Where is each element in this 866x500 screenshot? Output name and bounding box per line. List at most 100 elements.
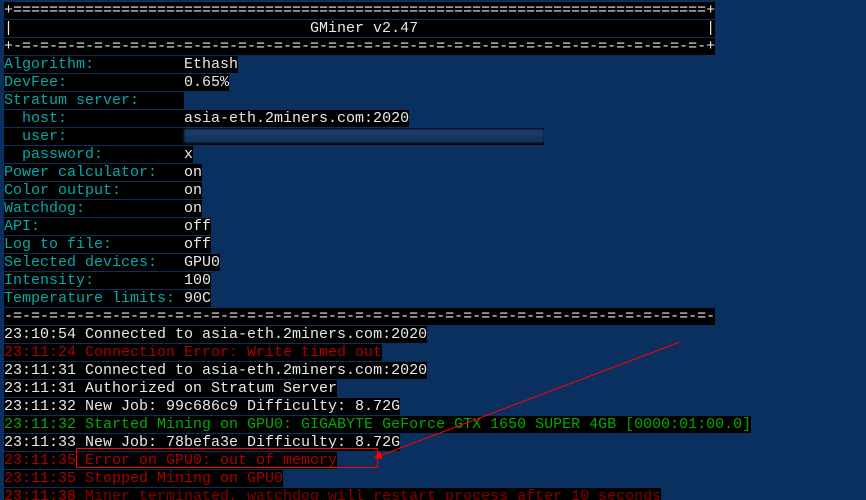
log-message: Authorized on Stratum Server [85,380,337,397]
log-message: Connected to asia-eth.2miners.com:2020 [85,326,427,343]
config-row: Log to file: off [4,236,862,254]
separator: -=-=-=-=-=-=-=-=-=-=-=-=-=-=-=-=-=-=-=-=… [4,308,862,326]
config-row: Power calculator: on [4,164,862,182]
config-row: DevFee: 0.65% [4,74,862,92]
log-timestamp: 23:11:38 [4,488,85,500]
log-message: New Job: 78befa3e Difficulty: 8.72G [85,434,400,451]
config-label: user: [4,128,184,145]
header-border-top-text: +=======================================… [4,2,715,19]
config-row: Algorithm: Ethash [4,56,862,74]
config-label: Power calculator: [4,164,184,181]
log-line-strip: 23:11:33 New Job: 78befa3e Difficulty: 8… [4,434,400,451]
terminal-output: +=======================================… [0,0,866,500]
config-row-strip: DevFee: 0.65% [4,74,229,91]
log-message: Error on GPU0: out of memory [85,452,337,469]
log-timestamp: 23:11:35 [4,470,85,487]
config-label: Watchdog: [4,200,184,217]
config-value: Ethash [184,56,238,73]
config-label: Stratum server: [4,92,184,109]
config-row: Intensity: 100 [4,272,862,290]
log-line-strip: 23:11:32 Started Mining on GPU0: GIGABYT… [4,416,751,433]
log-line-strip: 23:11:35 Error on GPU0: out of memory [4,452,337,469]
config-row-strip: Power calculator: on [4,164,202,181]
log-line: 23:11:32 Started Mining on GPU0: GIGABYT… [4,416,862,434]
config-label: Intensity: [4,272,184,289]
config-value: 0.65% [184,74,229,91]
separator-text: -=-=-=-=-=-=-=-=-=-=-=-=-=-=-=-=-=-=-=-=… [4,308,715,325]
config-value: off [184,218,211,235]
config-row-strip: Watchdog: on [4,200,202,217]
config-section: Algorithm: EthashDevFee: 0.65%Stratum se… [4,56,862,308]
log-line: 23:10:54 Connected to asia-eth.2miners.c… [4,326,862,344]
log-line-strip: 23:11:31 Connected to asia-eth.2miners.c… [4,362,427,379]
header-border-bottom: +-=-=-=-=-=-=-=-=-=-=-=-=-=-=-=-=-=-=-=-… [4,38,862,56]
config-value: GPU0 [184,254,220,271]
config-value: on [184,164,202,181]
config-value: off [184,236,211,253]
config-row: Selected devices: GPU0 [4,254,862,272]
config-row: host: asia-eth.2miners.com:2020 [4,110,862,128]
config-label: host: [4,110,184,127]
log-message: New Job: 99c686c9 Difficulty: 8.72G [85,398,400,415]
config-label: DevFee: [4,74,184,91]
config-row-strip: Intensity: 100 [4,272,211,289]
log-timestamp: 23:11:32 [4,416,85,433]
config-row-strip: password: x [4,146,193,163]
config-label: Log to file: [4,236,184,253]
log-line: 23:11:32 New Job: 99c686c9 Difficulty: 8… [4,398,862,416]
log-timestamp: 23:11:35 [4,452,85,469]
config-row-strip: Selected devices: GPU0 [4,254,220,271]
log-line-strip: 23:11:24 Connection Error: Write timed o… [4,344,382,361]
config-row: Color output: on [4,182,862,200]
config-row-strip: API: off [4,218,211,235]
config-label: Algorithm: [4,56,184,73]
log-line-strip: 23:11:31 Authorized on Stratum Server [4,380,337,397]
config-row-strip: user: [4,128,544,145]
log-line: 23:11:38 Miner terminated, watchdog will… [4,488,862,500]
log-timestamp: 23:11:31 [4,380,85,397]
config-value: on [184,182,202,199]
config-row: Stratum server: [4,92,862,110]
config-label: Color output: [4,182,184,199]
log-message: Connected to asia-eth.2miners.com:2020 [85,362,427,379]
log-timestamp: 23:11:33 [4,434,85,451]
header-border-top: +=======================================… [4,2,862,20]
config-value: on [184,200,202,217]
config-row: user: [4,128,862,146]
log-timestamp: 23:11:31 [4,362,85,379]
log-line: 23:11:35 Stopped Mining on GPU0 [4,470,862,488]
config-value: 90C [184,290,211,307]
config-row-strip: Color output: on [4,182,202,199]
config-row-strip: Stratum server: [4,92,184,109]
config-value-blurred [184,129,544,143]
log-line-strip: 23:11:38 Miner terminated, watchdog will… [4,488,661,500]
log-line: 23:11:35 Error on GPU0: out of memory [4,452,862,470]
log-line: 23:11:31 Authorized on Stratum Server [4,380,862,398]
config-row: password: x [4,146,862,164]
log-message: Connection Error: Write timed out [85,344,382,361]
log-timestamp: 23:10:54 [4,326,85,343]
config-label: API: [4,218,184,235]
log-line: 23:11:31 Connected to asia-eth.2miners.c… [4,362,862,380]
log-line-strip: 23:11:35 Stopped Mining on GPU0 [4,470,283,487]
log-line-strip: 23:10:54 Connected to asia-eth.2miners.c… [4,326,427,343]
log-line: 23:11:33 New Job: 78befa3e Difficulty: 8… [4,434,862,452]
config-label: password: [4,146,184,163]
config-label: Selected devices: [4,254,184,271]
config-value: asia-eth.2miners.com:2020 [184,110,409,127]
config-label: Temperature limits: [4,290,184,307]
log-message: Stopped Mining on GPU0 [85,470,283,487]
config-row-strip: Log to file: off [4,236,211,253]
header-border-bottom-text: +-=-=-=-=-=-=-=-=-=-=-=-=-=-=-=-=-=-=-=-… [4,38,715,55]
log-line: 23:11:24 Connection Error: Write timed o… [4,344,862,362]
config-row-strip: Temperature limits: 90C [4,290,211,307]
log-message: Miner terminated, watchdog will restart … [85,488,661,500]
config-value: x [184,146,193,163]
log-section: 23:10:54 Connected to asia-eth.2miners.c… [4,326,862,500]
config-value: 100 [184,272,211,289]
config-row: Temperature limits: 90C [4,290,862,308]
config-row: Watchdog: on [4,200,862,218]
log-timestamp: 23:11:32 [4,398,85,415]
log-message: Started Mining on GPU0: GIGABYTE GeForce… [85,416,751,433]
header-title: | GMiner v2.47 | [4,20,862,38]
